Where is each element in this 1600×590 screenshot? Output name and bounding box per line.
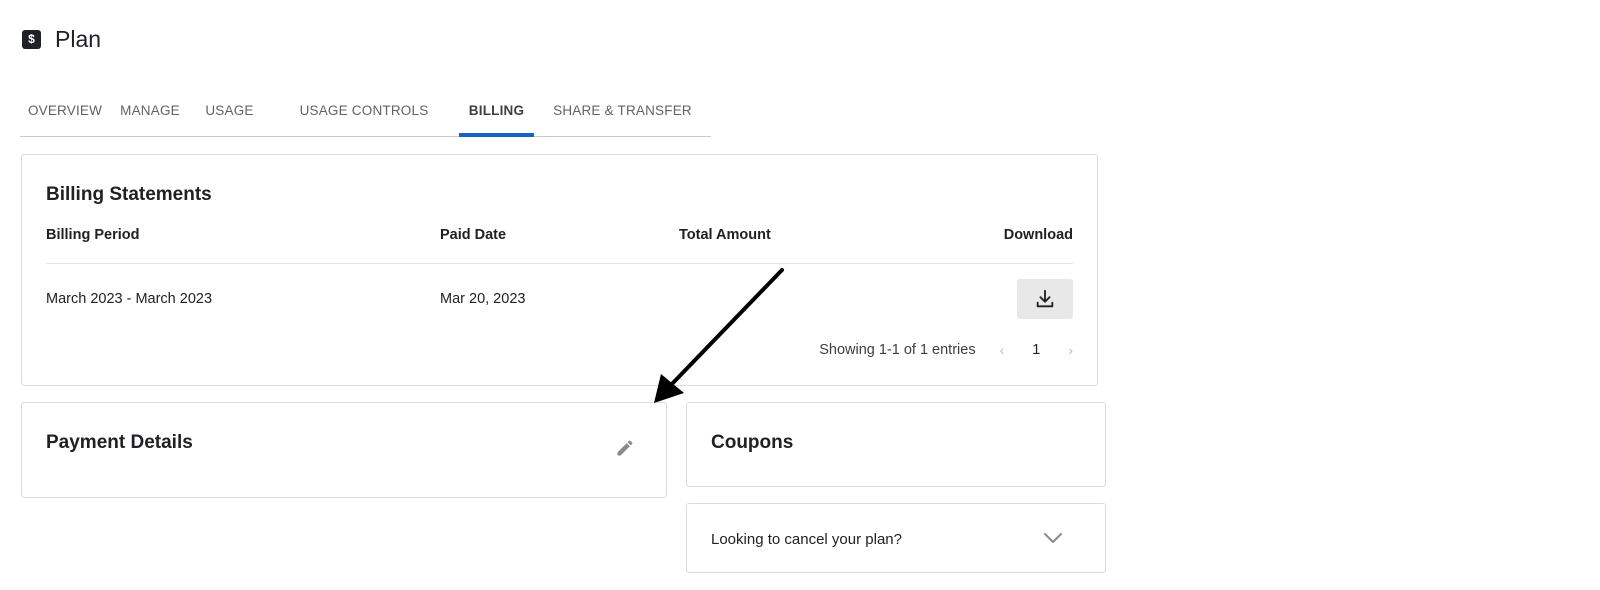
tab-usage-controls[interactable]: USAGE CONTROLS xyxy=(269,84,459,136)
pencil-icon xyxy=(617,440,633,456)
cancel-plan-expander[interactable]: Looking to cancel your plan? xyxy=(686,503,1106,573)
tab-manage[interactable]: MANAGE xyxy=(110,84,190,136)
pagination-info: Showing 1-1 of 1 entries xyxy=(819,342,976,358)
billing-statements-card: Billing Statements Billing Period Paid D… xyxy=(21,154,1098,386)
download-icon xyxy=(1036,289,1054,308)
coupons-card: Coupons xyxy=(686,402,1106,487)
billing-statements-title: Billing Statements xyxy=(46,184,212,205)
chevron-right-icon[interactable]: › xyxy=(1068,342,1073,358)
page-number-button[interactable]: 1 xyxy=(1032,342,1040,358)
column-header-download: Download xyxy=(1003,227,1073,243)
page-title: Plan xyxy=(55,25,102,52)
table-divider xyxy=(46,263,1073,264)
column-header-total-amount: Total Amount xyxy=(679,227,771,243)
tab-billing[interactable]: BILLING xyxy=(459,84,534,137)
payment-details-title: Payment Details xyxy=(46,432,193,453)
pagination: Showing 1-1 of 1 entries ‹ 1 › xyxy=(819,342,1073,358)
cell-paid-date: Mar 20, 2023 xyxy=(440,291,526,307)
dollar-icon: $ xyxy=(22,29,41,49)
download-button[interactable] xyxy=(1017,279,1073,319)
cancel-plan-label: Looking to cancel your plan? xyxy=(711,531,902,548)
column-header-billing-period: Billing Period xyxy=(46,227,140,243)
cell-billing-period: March 2023 - March 2023 xyxy=(46,291,213,307)
chevron-down-icon[interactable] xyxy=(1041,526,1065,550)
tab-usage[interactable]: USAGE xyxy=(190,84,269,136)
tab-overview[interactable]: OVERVIEW xyxy=(20,84,110,136)
tab-bar: OVERVIEW MANAGE USAGE USAGE CONTROLS BIL… xyxy=(20,84,711,137)
column-header-paid-date: Paid Date xyxy=(440,227,507,243)
chevron-left-icon[interactable]: ‹ xyxy=(1000,342,1005,358)
page-header: $ Plan xyxy=(22,24,101,54)
edit-payment-button[interactable] xyxy=(614,437,636,459)
coupons-title: Coupons xyxy=(711,432,794,453)
payment-details-card: Payment Details xyxy=(21,402,667,498)
tab-share-transfer[interactable]: SHARE & TRANSFER xyxy=(534,84,711,136)
